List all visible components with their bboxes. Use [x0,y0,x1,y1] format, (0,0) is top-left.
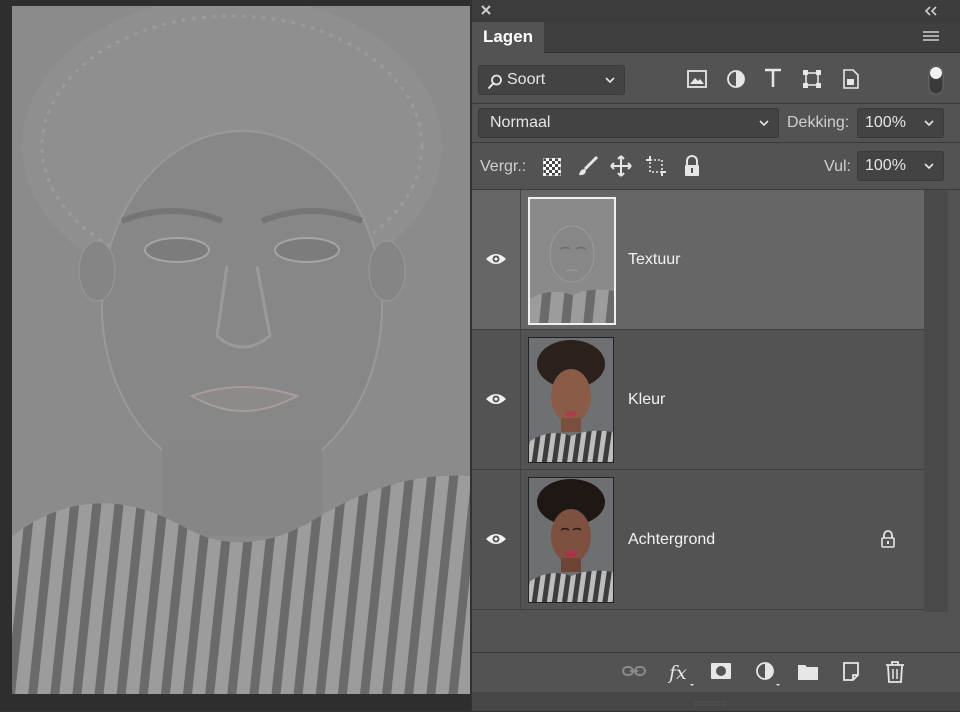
collapse-icon[interactable] [924,4,940,23]
layers-footer-toolbar: fx [472,652,960,693]
opacity-label: Dekking: [787,114,850,131]
delete-layer-icon[interactable] [885,661,905,688]
tab-layers[interactable]: Lagen [472,22,544,53]
smart-object-filter-icon[interactable] [842,69,860,94]
visibility-column [472,330,521,469]
blend-mode-dropdown[interactable]: Normaal [478,108,779,138]
document-canvas[interactable] [0,0,470,711]
blend-row: Normaal Dekking: 100% [472,104,960,143]
layer-list-scrollbar[interactable] [924,190,948,612]
layers-panel: Lagen Soort Normaal Dekking: 100% Vergr.… [472,0,960,711]
chevron-down-icon [604,66,616,104]
chevron-down-icon [923,109,935,147]
adjustment-layer-icon[interactable] [755,661,781,694]
image-filter-icon[interactable] [687,70,707,93]
fill-label: Vul: [824,158,851,175]
lock-label: Vergr.: [480,158,527,175]
visibility-column [472,470,521,609]
adjustment-filter-icon[interactable] [726,69,746,94]
lock-row: Vergr.: Vul: 100% [472,143,960,190]
chevron-down-icon [923,152,935,190]
layer-lock-icon [880,530,896,553]
lock-artboard-icon[interactable] [645,155,667,182]
add-mask-icon[interactable] [710,662,732,685]
lock-all-icon[interactable] [683,155,701,182]
blend-mode-value: Normaal [490,114,551,131]
layer-name[interactable]: Textuur [628,190,680,329]
eye-icon[interactable] [485,392,507,411]
opacity-value: 100% [865,114,906,131]
panel-top-bar [472,0,960,22]
visibility-column [472,190,521,329]
filter-toggle-switch[interactable] [927,65,945,100]
fx-icon[interactable]: fx [667,659,695,692]
lock-image-pixels-icon[interactable] [577,155,599,182]
panel-menu-icon[interactable] [922,30,940,49]
filter-kind-label: Soort [507,71,546,88]
opacity-field[interactable]: 100% [857,108,944,138]
resize-grip-icon[interactable] [694,694,728,712]
filter-kind-dropdown[interactable]: Soort [478,65,625,95]
layer-name[interactable]: Kleur [628,330,665,469]
chevron-down-icon [758,109,770,147]
layer-name[interactable]: Achtergrond [628,470,715,609]
search-icon [487,72,503,100]
filter-row: Soort [472,53,960,104]
layer-row-achtergrond[interactable]: Achtergrond [472,470,924,610]
fill-field[interactable]: 100% [857,151,944,181]
layer-thumbnail[interactable] [528,197,616,325]
layer-thumbnail[interactable] [528,477,614,603]
new-layer-icon[interactable] [842,662,860,687]
eye-icon[interactable] [485,532,507,551]
fill-value: 100% [865,157,906,174]
lock-position-icon[interactable] [610,155,632,182]
type-filter-icon[interactable] [764,68,782,93]
svg-text:fx: fx [667,662,687,684]
eye-icon[interactable] [485,252,507,271]
layer-thumbnail[interactable] [528,337,614,463]
layer-row-textuur[interactable]: Textuur [472,190,924,330]
close-icon[interactable] [479,3,493,22]
link-layers-icon[interactable] [622,663,646,684]
panel-tab-row: Lagen [472,22,960,53]
layer-row-kleur[interactable]: Kleur [472,330,924,470]
panel-resize-footer[interactable] [472,692,960,711]
texture-preview-image [12,6,470,694]
new-group-icon[interactable] [797,663,819,686]
lock-transparent-pixels-icon[interactable] [542,157,562,181]
shape-filter-icon[interactable] [802,69,822,94]
